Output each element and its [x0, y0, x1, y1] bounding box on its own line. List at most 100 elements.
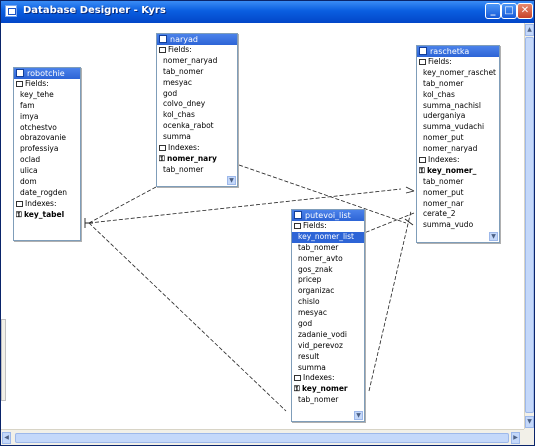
table-index[interactable]: tab_nomer [157, 165, 237, 176]
table-field[interactable]: ulica [14, 166, 80, 177]
table-field[interactable]: gos_znak [292, 265, 364, 276]
primary-key-index[interactable]: ⚿ key_tabel [14, 210, 80, 221]
primary-key-index[interactable]: ⚿ key_nomer [292, 384, 364, 395]
table-field[interactable]: mesyac [157, 78, 237, 89]
table-field[interactable]: uderganiya [417, 111, 499, 122]
row-label: tab_nomer [423, 176, 464, 186]
table-naryad[interactable]: naryad Fields: nomer_naryad tab_nomer mesya… [156, 33, 238, 187]
table-field[interactable]: organizac [292, 286, 364, 297]
close-button[interactable]: ✕ [517, 3, 533, 19]
row-label: nomer_nary [167, 153, 217, 163]
row-label: Fields: [303, 221, 327, 230]
row-label: key_nomer_raschet [423, 67, 496, 77]
table-field[interactable]: tab_nomer [417, 79, 499, 90]
table-title[interactable]: putevoi_list [292, 210, 364, 221]
table-field[interactable]: zadanie_vodi [292, 330, 364, 341]
scroll-right-icon[interactable]: ▶ [511, 432, 520, 444]
table-putevoi-list[interactable]: putevoi_list Fields: key_nomer_list tab_no… [291, 209, 365, 422]
relation-end-marker [405, 186, 415, 194]
fields-icon [419, 59, 426, 65]
designer-canvas[interactable]: robotchie Fields: key_tehe fam imya otchestv… [1, 23, 524, 429]
table-field[interactable]: pricep [292, 275, 364, 286]
table-field[interactable]: vid_perevoz [292, 341, 364, 352]
table-scroll-down[interactable]: ▼ [354, 411, 363, 420]
table-field[interactable]: fam [14, 101, 80, 112]
row-label: ulica [20, 166, 38, 176]
table-field[interactable]: colvo_dney [157, 99, 237, 110]
table-title[interactable]: raschetka [417, 46, 499, 57]
table-field[interactable]: imya [14, 112, 80, 123]
key-icon: ⚿ [159, 153, 165, 163]
table-field[interactable]: tab_nomer [292, 243, 364, 254]
table-icon [294, 211, 302, 219]
table-robotchie[interactable]: robotchie Fields: key_tehe fam imya otchestv… [13, 67, 81, 241]
size-grip[interactable] [524, 429, 534, 445]
scroll-up-icon[interactable]: ▲ [525, 24, 534, 36]
table-index[interactable]: nomer_put [417, 188, 499, 199]
table-field[interactable]: summa [157, 132, 237, 143]
table-index[interactable]: cerate_2 [417, 209, 499, 220]
table-raschetka[interactable]: raschetka Fields: key_nomer_raschet tab_no… [416, 45, 500, 243]
table-field[interactable]: summa_nachisl [417, 101, 499, 112]
table-field[interactable]: chislo [292, 297, 364, 308]
table-field[interactable]: kol_chas [157, 110, 237, 121]
vertical-scrollbar[interactable]: ▲ ▼ [524, 23, 534, 429]
table-index[interactable]: tab_nomer [417, 177, 499, 188]
table-field[interactable]: key_nomer_raschet [417, 68, 499, 79]
table-index[interactable]: tab_nomer [292, 395, 364, 406]
fields-icon [16, 81, 23, 87]
table-field[interactable]: professiya [14, 144, 80, 155]
row-label: tab_nomer [298, 242, 339, 252]
row-label: imya [20, 111, 39, 121]
row-label: key_tabel [24, 209, 65, 219]
table-field[interactable]: god [157, 89, 237, 100]
scroll-left-icon[interactable]: ◀ [2, 432, 11, 444]
table-field[interactable]: nomer_naryad [157, 56, 237, 67]
row-label: gos_znak [298, 264, 333, 274]
table-title[interactable]: robotchie [14, 68, 80, 79]
table-field[interactable]: tab_nomer [157, 67, 237, 78]
table-field[interactable]: nomer_put [417, 133, 499, 144]
table-scroll-down[interactable]: ▼ [489, 232, 498, 241]
table-field[interactable]: key_tehe [14, 90, 80, 101]
table-field[interactable]: obrazovanie [14, 133, 80, 144]
table-field[interactable]: dom [14, 177, 80, 188]
table-field[interactable]: otchestvo [14, 123, 80, 134]
table-field[interactable]: summa_vudachi [417, 122, 499, 133]
horizontal-scrollbar[interactable]: ◀ ▶ [1, 429, 524, 445]
table-field[interactable]: summa [292, 363, 364, 374]
primary-key-index[interactable]: ⚿ key_nomer_ [417, 166, 499, 177]
primary-key-index[interactable]: ⚿ nomer_nary [157, 154, 237, 165]
table-field[interactable]: god [292, 319, 364, 330]
maximize-button[interactable]: □ [501, 3, 517, 19]
table-scroll-down[interactable]: ▼ [227, 176, 236, 185]
row-label: Fields: [168, 45, 192, 54]
title-bar[interactable]: Database Designer - Kyrs _ □ ✕ [1, 1, 534, 23]
table-field[interactable]: date_rogden [14, 188, 80, 199]
row-label: kol_chas [163, 110, 195, 120]
table-field[interactable]: nomer_naryad [417, 144, 499, 155]
key-icon: ⚿ [419, 165, 425, 175]
key-icon: ⚿ [294, 384, 300, 394]
row-label: Indexes: [25, 198, 57, 208]
table-icon [419, 47, 427, 55]
row-label: nomer_avto [298, 253, 343, 263]
row-label: summa_vudo [423, 220, 474, 230]
table-field[interactable]: nomer_avto [292, 254, 364, 265]
minimize-button[interactable]: _ [485, 3, 501, 19]
table-field[interactable]: ocenka_rabot [157, 121, 237, 132]
row-label: nomer_naryad [423, 144, 478, 154]
table-index[interactable]: summa_vudo [417, 220, 499, 231]
scroll-down-icon[interactable]: ▼ [525, 416, 534, 428]
table-field[interactable]: result [292, 352, 364, 363]
row-label: organizac [298, 286, 335, 296]
table-field[interactable]: key_nomer_list [292, 231, 364, 243]
vertical-scroll-thumb[interactable] [525, 37, 534, 413]
table-field[interactable]: mesyac [292, 308, 364, 319]
table-icon [16, 69, 24, 77]
table-field[interactable]: oclad [14, 155, 80, 166]
table-title[interactable]: naryad [157, 34, 237, 45]
table-field[interactable]: kol_chas [417, 90, 499, 101]
table-index[interactable]: nomer_nar [417, 199, 499, 210]
horizontal-scroll-thumb[interactable] [15, 433, 509, 443]
